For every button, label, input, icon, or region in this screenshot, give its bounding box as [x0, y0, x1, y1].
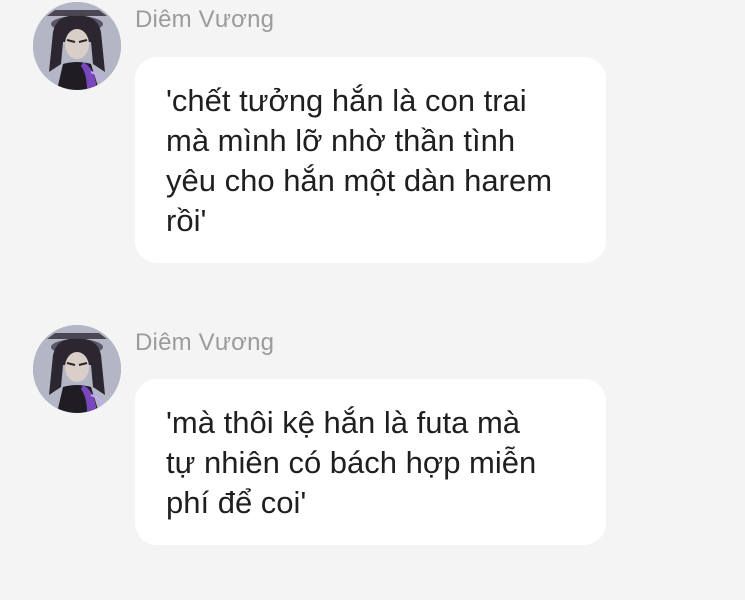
avatar-portrait-icon: [33, 325, 121, 413]
message-bubble[interactable]: 'mà thôi kệ hắn là futa mà tự nhiên có b…: [135, 379, 606, 545]
sender-name: Diêm Vương: [135, 6, 275, 33]
sender-name: Diêm Vương: [135, 329, 275, 356]
avatar[interactable]: [33, 2, 121, 90]
message-bubble[interactable]: 'chết tưởng hắn là con trai mà mình lỡ n…: [135, 57, 606, 263]
message-text: 'mà thôi kệ hắn là futa mà tự nhiên có b…: [166, 405, 537, 520]
message-text: 'chết tưởng hắn là con trai mà mình lỡ n…: [166, 83, 553, 238]
avatar-portrait-icon: [33, 2, 121, 90]
avatar[interactable]: [33, 325, 121, 413]
